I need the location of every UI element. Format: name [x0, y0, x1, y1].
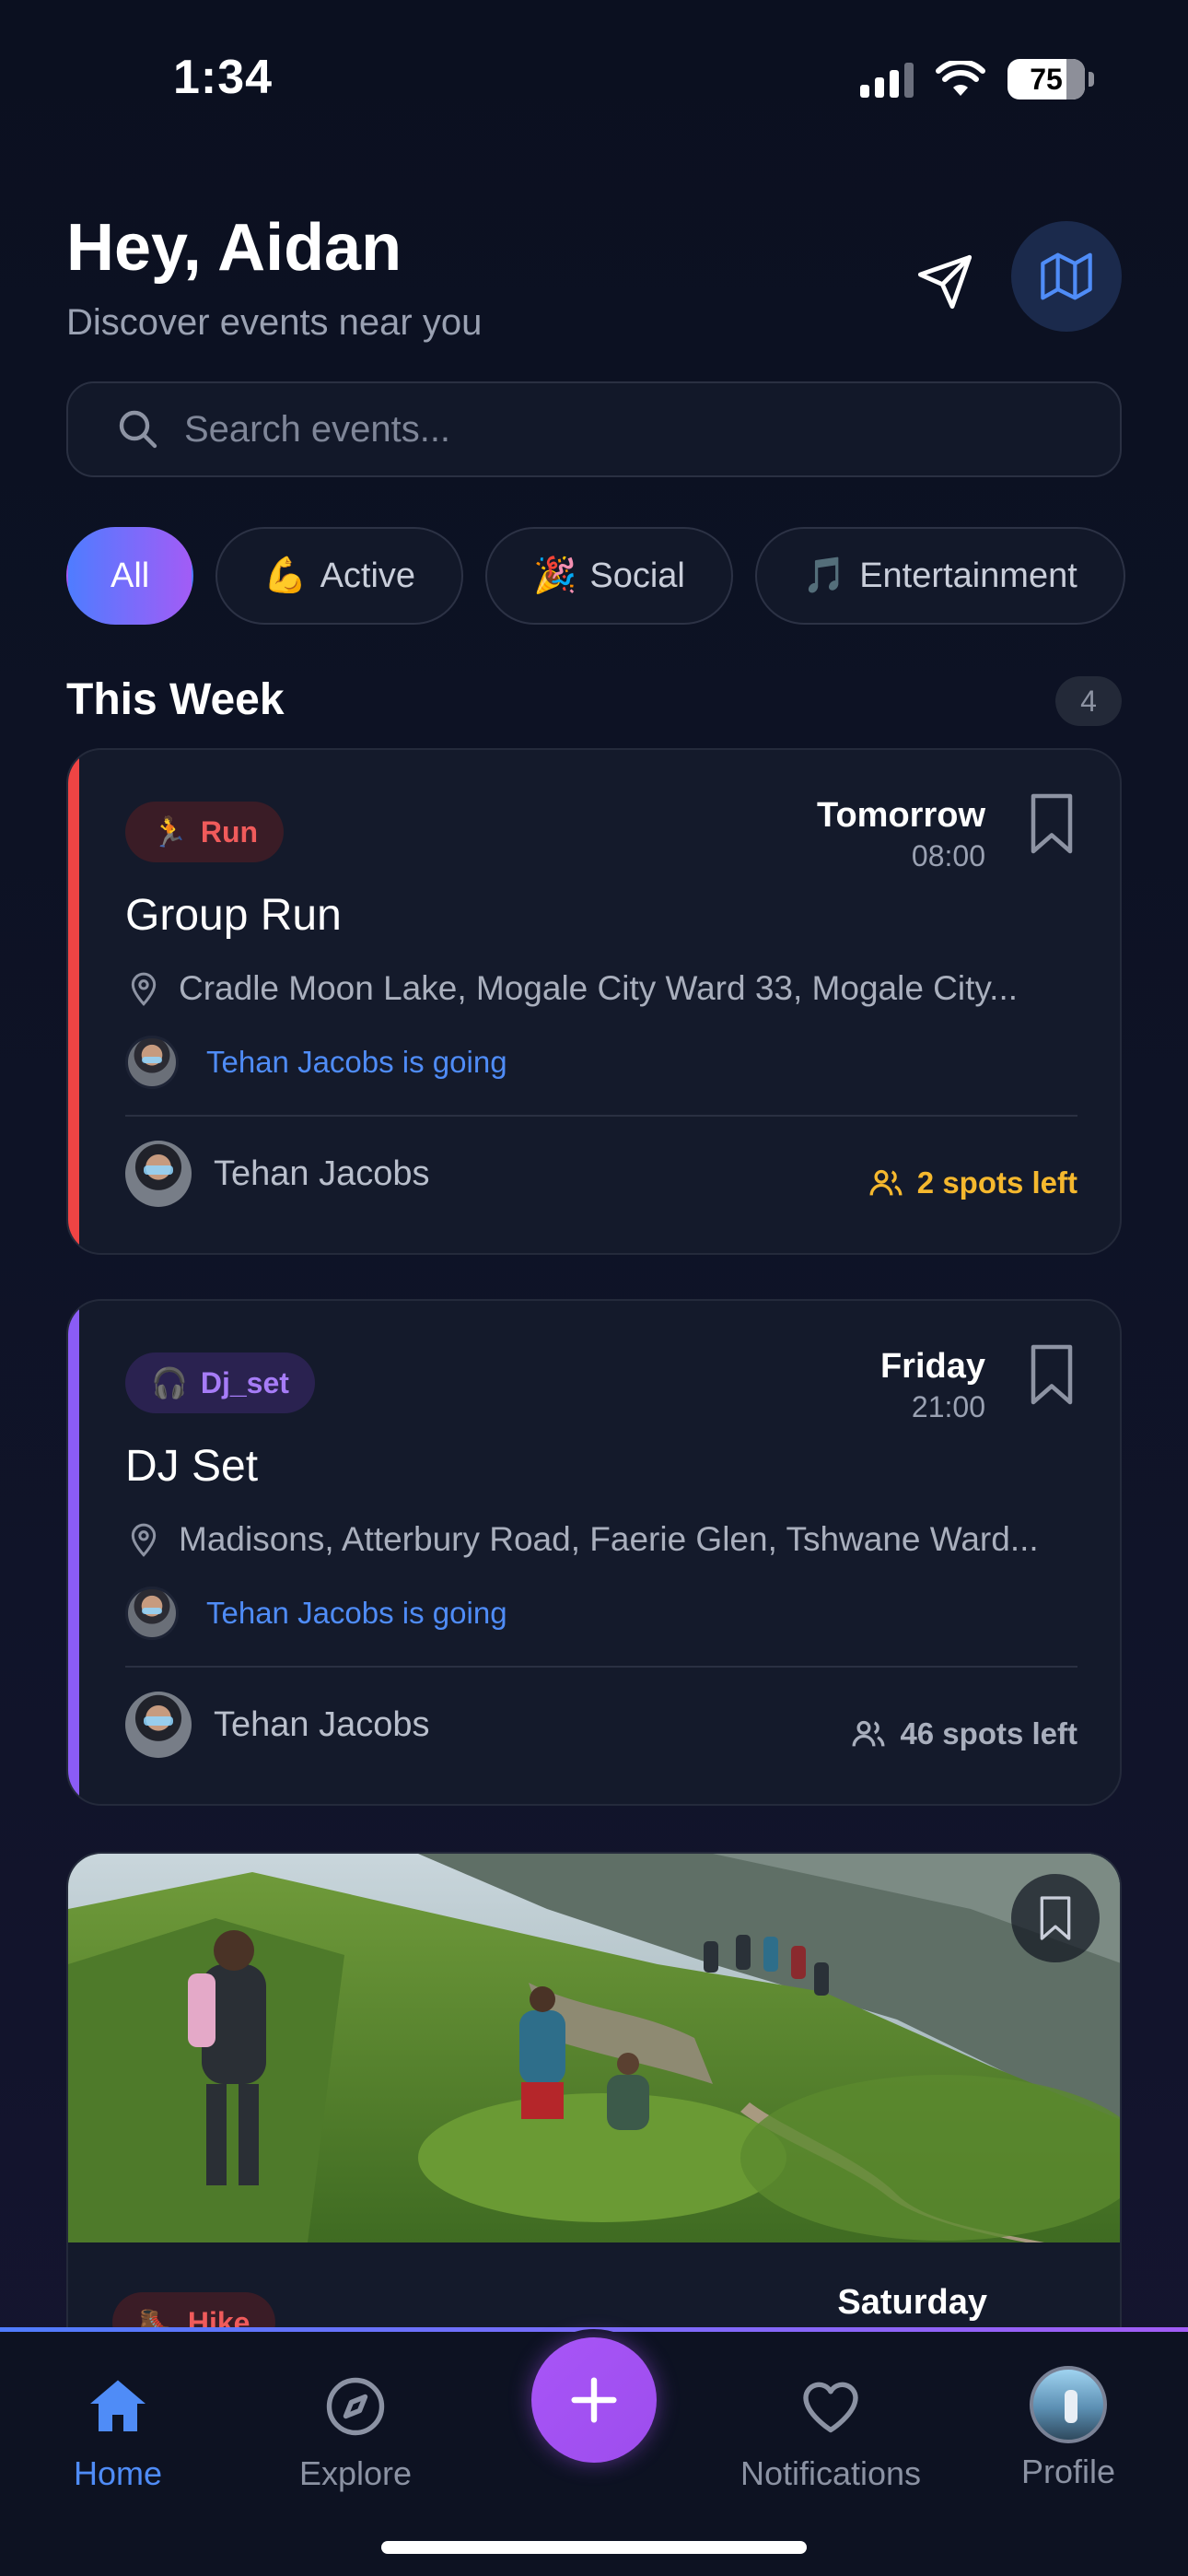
tab-label: Profile — [1020, 2453, 1116, 2490]
chip-label: Social — [589, 556, 685, 595]
home-indicator — [381, 2541, 807, 2554]
attendees-text: Tehan Jacobs is going — [206, 1596, 507, 1630]
bookmark-icon[interactable] — [1024, 1341, 1079, 1408]
send-icon — [917, 254, 973, 310]
users-icon — [852, 1720, 885, 1747]
location-pin-icon — [131, 1523, 157, 1557]
greeting-title: Hey, Aidan — [66, 211, 402, 285]
tab-home[interactable]: Home — [17, 2373, 219, 2493]
compass-icon — [326, 2377, 385, 2436]
chip-active[interactable]: 💪 Active — [215, 527, 464, 625]
host-avatar — [125, 1141, 192, 1207]
attendees-row[interactable]: Tehan Jacobs is going — [125, 1587, 507, 1640]
host-name: Tehan Jacobs — [214, 1153, 430, 1193]
card-divider — [125, 1115, 1077, 1117]
chip-label: Entertainment — [859, 556, 1077, 595]
battery-icon: 75 — [1007, 59, 1094, 100]
attendee-avatar — [125, 1036, 179, 1089]
attendees-text: Tehan Jacobs is going — [206, 1045, 507, 1079]
tab-notifications[interactable]: Notifications — [729, 2373, 932, 2493]
runner-icon: 🏃 — [151, 815, 188, 849]
host-row[interactable]: Tehan Jacobs — [125, 1141, 430, 1207]
create-event-button-inner — [531, 2337, 657, 2463]
category-filter-chips: All 💪 Active 🎉 Social 🎵 Entertainment — [66, 527, 1188, 625]
spots-left: 46 spots left — [850, 1715, 1077, 1752]
party-popper-icon: 🎉 — [533, 556, 577, 595]
search-icon — [119, 410, 157, 449]
event-cover-image — [68, 1854, 1120, 2242]
headphones-icon: 🎧 — [151, 1366, 188, 1399]
flexed-biceps-icon: 💪 — [263, 556, 308, 595]
location-pin-icon — [131, 972, 157, 1006]
event-day: Tomorrow — [817, 796, 985, 835]
event-day: Saturday — [837, 2283, 987, 2322]
tab-label: Notifications — [740, 2454, 922, 2492]
event-datetime: Friday 21:00 — [880, 1347, 985, 1424]
home-icon — [90, 2380, 146, 2431]
music-note-icon: 🎵 — [802, 556, 847, 595]
create-event-button[interactable] — [523, 2329, 665, 2471]
status-icons: 75 — [860, 59, 1094, 100]
plus-icon — [571, 2377, 617, 2423]
search-input[interactable] — [184, 408, 1013, 451]
section-title: This Week — [66, 675, 285, 724]
attendees-row[interactable]: Tehan Jacobs is going — [125, 1036, 507, 1089]
event-location: Madisons, Atterbury Road, Faerie Glen, T… — [125, 1520, 1083, 1559]
attendee-avatar — [125, 1587, 179, 1640]
host-name: Tehan Jacobs — [214, 1704, 430, 1744]
greeting-subtitle: Discover events near you — [66, 302, 483, 343]
event-location-text: Madisons, Atterbury Road, Faerie Glen, T… — [179, 1520, 1039, 1558]
event-category-label: Dj_set — [200, 1365, 289, 1399]
chip-social[interactable]: 🎉 Social — [485, 527, 733, 625]
wifi-icon — [936, 61, 985, 96]
host-row[interactable]: Tehan Jacobs — [125, 1692, 430, 1758]
event-category-tag: 🏃 Run — [125, 802, 285, 862]
chip-entertainment[interactable]: 🎵 Entertainment — [754, 527, 1125, 625]
card-divider — [125, 1666, 1077, 1668]
spots-left-text: 2 spots left — [916, 1165, 1077, 1200]
map-icon — [1041, 252, 1092, 300]
card-accent-bar — [68, 750, 79, 1253]
status-bar: 1:34 75 — [0, 0, 1188, 157]
chip-all[interactable]: All — [66, 527, 194, 625]
event-title: DJ Set — [125, 1442, 259, 1491]
bookmark-button[interactable] — [1011, 1874, 1100, 1962]
battery-level: 75 — [1030, 62, 1063, 96]
section-count-badge: 4 — [1055, 676, 1122, 726]
map-view-button[interactable] — [1011, 221, 1122, 332]
users-icon — [869, 1169, 903, 1196]
event-day: Friday — [879, 1347, 985, 1386]
event-time: 08:00 — [911, 839, 985, 872]
chip-label: Active — [320, 556, 416, 595]
event-location: Cradle Moon Lake, Mogale City Ward 33, M… — [125, 969, 1083, 1008]
tab-profile[interactable]: Profile — [967, 2366, 1170, 2491]
event-location-text: Cradle Moon Lake, Mogale City Ward 33, M… — [179, 969, 1018, 1007]
bookmark-icon — [1040, 1896, 1071, 1940]
heart-icon — [803, 2382, 858, 2433]
card-accent-bar — [68, 1301, 79, 1804]
tab-explore[interactable]: Explore — [254, 2373, 457, 2493]
cellular-signal-icon — [860, 61, 914, 98]
event-category-tag: 🎧 Dj_set — [125, 1352, 315, 1413]
event-time: 21:00 — [911, 1390, 985, 1423]
event-card-group-run[interactable]: 🏃 Run Tomorrow 08:00 Group Run Cradle Mo… — [66, 748, 1122, 1255]
chip-label: All — [111, 556, 150, 595]
bookmark-icon[interactable] — [1024, 790, 1079, 857]
send-button[interactable] — [901, 238, 989, 326]
tab-label: Explore — [298, 2454, 413, 2492]
event-card-dj-set[interactable]: 🎧 Dj_set Friday 21:00 DJ Set Madisons, A… — [66, 1299, 1122, 1806]
search-bar[interactable] — [66, 381, 1122, 477]
spots-left: 2 spots left — [868, 1165, 1077, 1201]
host-avatar — [125, 1692, 192, 1758]
status-time: 1:34 — [173, 51, 274, 104]
event-title: Group Run — [125, 891, 342, 940]
spots-left-text: 46 spots left — [900, 1716, 1077, 1751]
profile-avatar — [1030, 2366, 1107, 2443]
tab-label: Home — [73, 2454, 163, 2492]
event-datetime: Tomorrow 08:00 — [817, 796, 985, 873]
event-category-label: Run — [200, 814, 259, 849]
